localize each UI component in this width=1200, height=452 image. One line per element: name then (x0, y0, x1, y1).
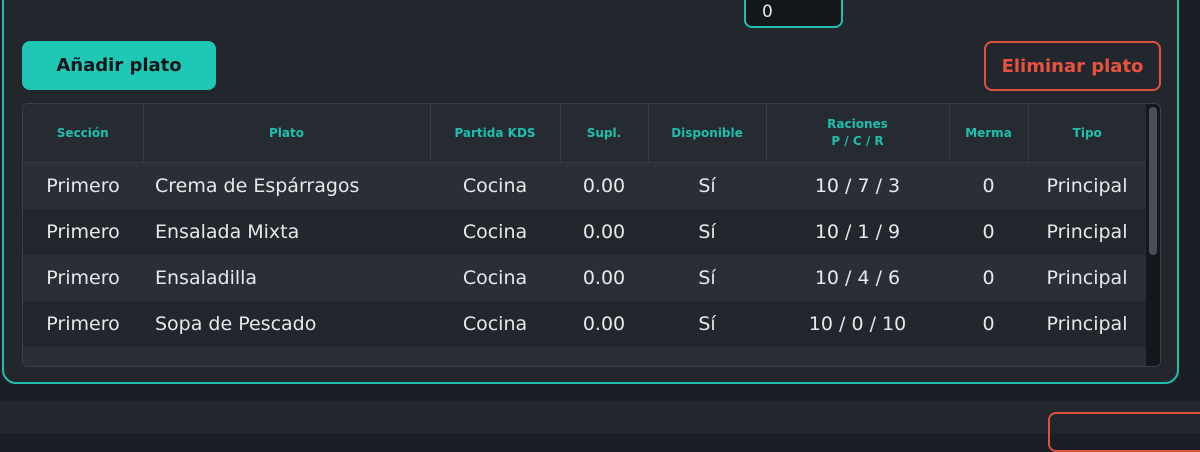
cell-merma (949, 347, 1028, 366)
raciones-header-sublabel: P / C / R (831, 134, 884, 148)
cell-seccion (23, 347, 143, 366)
cell-supl (560, 347, 648, 366)
cell-partida-kds (430, 347, 560, 366)
cell-disponible: Sí (698, 221, 716, 243)
cell-raciones: 10 / 0 / 10 (808, 313, 907, 335)
cell-supl: 0.00 (582, 175, 626, 197)
cell-raciones: 10 / 4 / 6 (814, 267, 901, 289)
dishes-table: Sección Plato Partida KDS Supl. Disponib… (23, 104, 1146, 366)
bottom-bar (0, 402, 1200, 433)
cell-disponible: Sí (698, 267, 716, 289)
column-header-tipo[interactable]: Tipo (1028, 104, 1146, 163)
table-header-row: Sección Plato Partida KDS Supl. Disponib… (23, 104, 1146, 163)
top-number-field[interactable] (744, 0, 843, 28)
column-header-seccion[interactable]: Sección (23, 104, 144, 163)
table-row[interactable]: Primero Ensaladilla Cocina 0.00 Sí 10 / … (23, 255, 1146, 301)
cell-merma: 0 (982, 267, 995, 289)
cell-merma: 0 (982, 175, 995, 197)
cell-seccion: Primero (46, 221, 120, 243)
column-header-raciones[interactable]: Raciones P / C / R (766, 104, 950, 163)
cell-tipo: Principal (1046, 221, 1128, 243)
column-header-supl[interactable]: Supl. (560, 104, 649, 163)
delete-dish-button[interactable]: Eliminar plato (984, 41, 1161, 91)
cell-supl: 0.00 (582, 267, 626, 289)
table-scrollbar-thumb[interactable] (1149, 107, 1157, 255)
column-header-plato[interactable]: Plato (143, 104, 431, 163)
cell-raciones (766, 347, 949, 366)
cell-disponible (648, 347, 766, 366)
table-row[interactable] (23, 347, 1146, 366)
column-header-partida-kds[interactable]: Partida KDS (430, 104, 561, 163)
cell-plato: Ensaladilla (155, 267, 258, 289)
cell-plato (143, 347, 430, 366)
column-header-disponible[interactable]: Disponible (648, 104, 767, 163)
dishes-table-container: Sección Plato Partida KDS Supl. Disponib… (22, 103, 1161, 367)
cell-tipo: Principal (1046, 267, 1128, 289)
cell-disponible: Sí (698, 175, 716, 197)
cell-partida-kds: Cocina (462, 313, 528, 335)
cell-plato: Ensalada Mixta (155, 221, 300, 243)
cell-merma: 0 (982, 221, 995, 243)
cell-seccion: Primero (46, 175, 120, 197)
add-dish-button[interactable]: Añadir plato (22, 41, 216, 90)
cell-tipo (1028, 347, 1146, 366)
cell-raciones: 10 / 1 / 9 (814, 221, 901, 243)
cell-merma: 0 (982, 313, 995, 335)
cell-seccion: Primero (46, 267, 120, 289)
cell-raciones: 10 / 7 / 3 (814, 175, 901, 197)
bottom-danger-button[interactable] (1048, 412, 1200, 452)
cell-tipo: Principal (1046, 175, 1128, 197)
cell-partida-kds: Cocina (462, 175, 528, 197)
cell-plato: Crema de Espárragos (155, 175, 360, 197)
table-row[interactable]: Primero Ensalada Mixta Cocina 0.00 Sí 10… (23, 209, 1146, 255)
column-header-merma[interactable]: Merma (949, 104, 1029, 163)
cell-partida-kds: Cocina (462, 267, 528, 289)
cell-partida-kds: Cocina (462, 221, 528, 243)
table-scrollbar[interactable] (1146, 104, 1160, 366)
cell-plato: Sopa de Pescado (155, 313, 317, 335)
table-row[interactable]: Primero Sopa de Pescado Cocina 0.00 Sí 1… (23, 301, 1146, 347)
cell-seccion: Primero (46, 313, 120, 335)
cell-supl: 0.00 (582, 313, 626, 335)
cell-disponible: Sí (698, 313, 716, 335)
cell-tipo: Principal (1046, 313, 1128, 335)
cell-supl: 0.00 (582, 221, 626, 243)
table-row[interactable]: Primero Crema de Espárragos Cocina 0.00 … (23, 162, 1146, 209)
raciones-header-label: Raciones (827, 117, 888, 131)
